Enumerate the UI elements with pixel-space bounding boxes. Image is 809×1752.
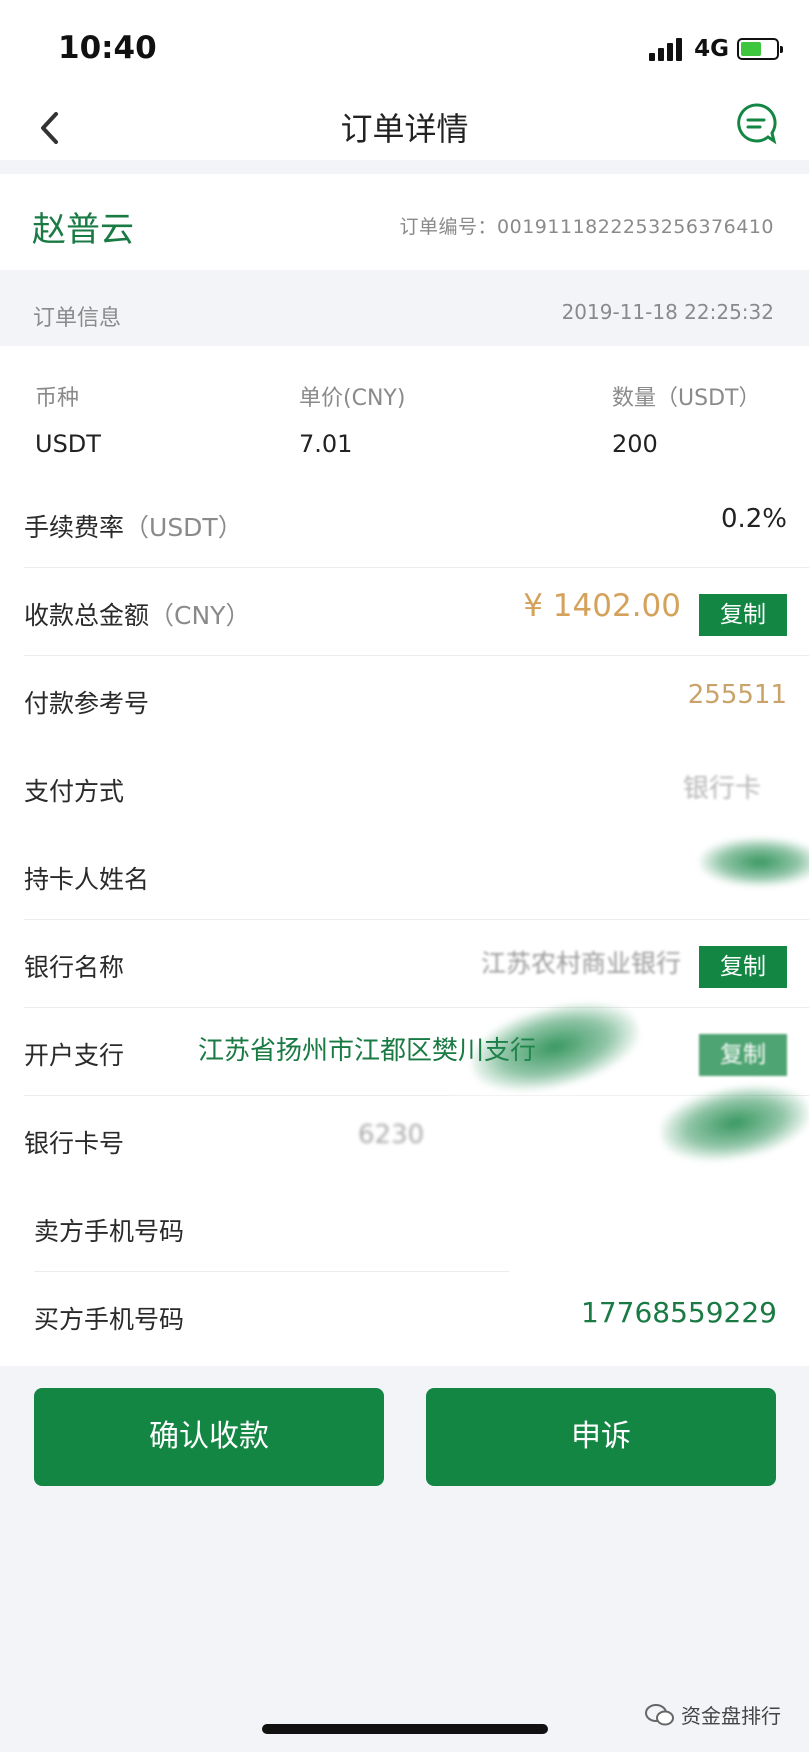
appeal-button[interactable]: 申诉 xyxy=(426,1388,776,1486)
chat-icon[interactable] xyxy=(733,100,779,146)
price-label: 单价(CNY) xyxy=(299,386,406,411)
quantity-value: 200 xyxy=(612,430,658,458)
order-created-time: 2019-11-18 22:25:32 xyxy=(561,300,774,324)
total-amount-value: ¥ 1402.00 xyxy=(523,588,681,624)
buyer-phone-value: 17768559229 xyxy=(581,1296,777,1329)
signal-icon xyxy=(649,37,685,61)
branch-row: 开户支行 江苏省扬州市江都区樊川支行 复制 xyxy=(0,988,809,1106)
confirm-receipt-button[interactable]: 确认收款 xyxy=(34,1388,384,1486)
status-indicators: 4G xyxy=(649,34,783,64)
order-number-value: 0019111822253256376410 xyxy=(497,216,774,238)
card-number-label: 银行卡号 xyxy=(24,1129,125,1158)
bank-name-row: 银行名称 江苏农村商业银行 复制 xyxy=(0,920,809,1008)
order-number-label: 订单编号： xyxy=(399,216,498,238)
home-indicator xyxy=(262,1724,548,1734)
seller-phone-row: 卖方手机号码 xyxy=(0,1184,809,1272)
order-number: 订单编号：0019111822253256376410 xyxy=(400,212,774,239)
currency-value: USDT xyxy=(35,430,101,458)
card-number-value: 6230 xyxy=(358,1120,425,1150)
price-value: 7.01 xyxy=(299,430,353,458)
buyer-phone-label: 买方手机号码 xyxy=(34,1305,185,1334)
network-type: 4G xyxy=(694,36,729,62)
quantity-label: 数量（USDT） xyxy=(612,386,761,411)
currency-label: 币种 xyxy=(35,386,80,411)
battery-icon xyxy=(737,38,783,60)
payment-method-value: 银行卡 xyxy=(682,774,761,804)
bank-name-value: 江苏农村商业银行 xyxy=(480,949,681,978)
copy-bank-name-button[interactable]: 复制 xyxy=(699,946,787,988)
total-amount-label: 收款总金额（CNY） xyxy=(24,601,251,630)
seller-name: 赵普云 xyxy=(32,210,134,250)
watermark-text: 资金盘排行 xyxy=(681,1704,781,1728)
seller-card: 赵普云 订单编号：0019111822253256376410 xyxy=(0,174,809,270)
order-info-label: 订单信息 xyxy=(33,306,122,331)
status-time: 10:40 xyxy=(58,30,157,66)
copy-amount-button[interactable]: 复制 xyxy=(699,594,787,636)
card-holder-label: 持卡人姓名 xyxy=(24,865,150,894)
fee-rate-label: 手续费率（USDT） xyxy=(24,513,243,542)
fee-rate-value: 0.2% xyxy=(720,504,787,534)
payment-reference-value: 255511 xyxy=(687,680,787,710)
buyer-phone-row: 买方手机号码 17768559229 xyxy=(0,1272,809,1360)
nav-bar: 订单详情 xyxy=(0,96,809,160)
watermark: 资金盘排行 xyxy=(645,1700,781,1732)
bank-name-label: 银行名称 xyxy=(24,953,125,982)
redaction-smear xyxy=(700,838,809,886)
page-title: 订单详情 xyxy=(340,110,469,148)
order-info-header: 订单信息 2019-11-18 22:25:32 xyxy=(0,276,809,346)
total-amount-row: 收款总金额（CNY） ¥ 1402.00 复制 xyxy=(0,568,809,656)
status-bar: 10:40 4G xyxy=(0,0,809,96)
payment-method-row: 支付方式 银行卡 xyxy=(0,744,809,832)
payment-method-label: 支付方式 xyxy=(24,777,125,806)
copy-branch-button[interactable]: 复制 xyxy=(699,1034,787,1076)
payment-reference-row: 付款参考号 255511 xyxy=(0,656,809,744)
wechat-icon xyxy=(645,1703,675,1732)
branch-label: 开户支行 xyxy=(24,1041,125,1070)
fee-rate-row: 手续费率（USDT） 0.2% xyxy=(0,480,809,568)
card-holder-row: 持卡人姓名 xyxy=(0,832,809,920)
card-number-row: 银行卡号 6230 xyxy=(0,1075,809,1184)
seller-phone-label: 卖方手机号码 xyxy=(34,1217,185,1246)
payment-reference-label: 付款参考号 xyxy=(24,689,150,718)
order-detail-card: 币种 USDT 单价(CNY) 7.01 数量（USDT） 200 手续费率（U… xyxy=(0,346,809,1366)
